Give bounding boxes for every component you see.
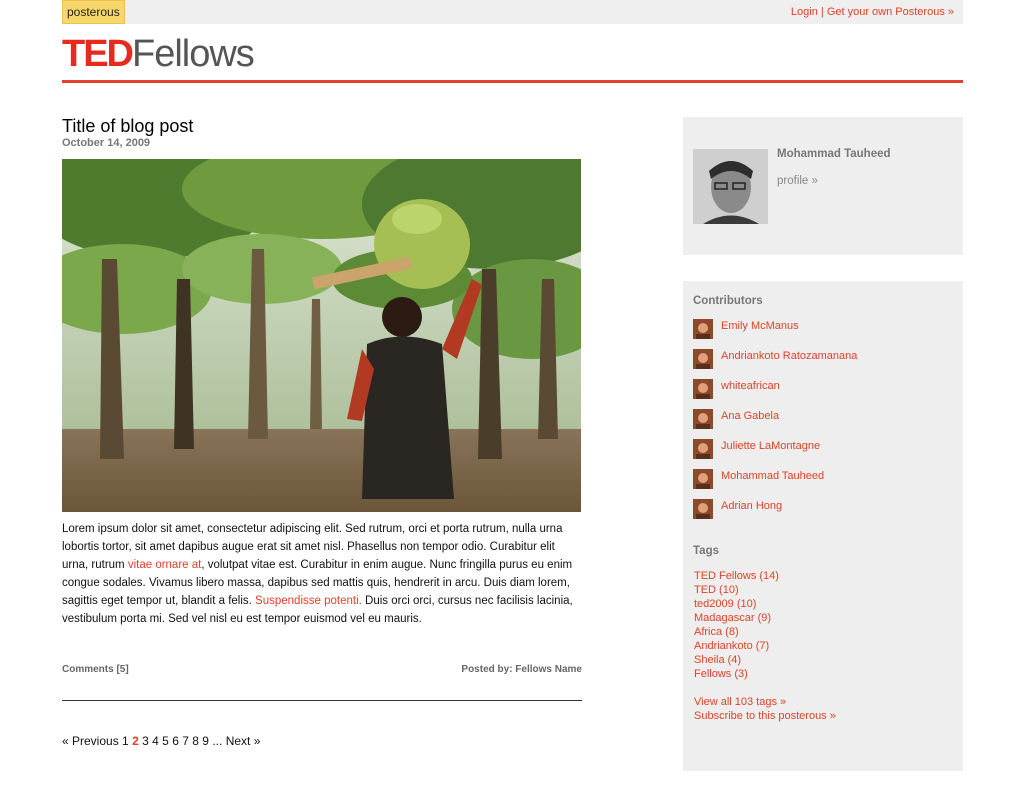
contributor-item[interactable]: whiteafrican — [693, 379, 953, 399]
post-photo — [62, 159, 581, 512]
top-links-separator: | — [820, 6, 824, 18]
tags-heading: Tags — [693, 545, 719, 557]
subscribe-link[interactable]: Subscribe to this posterous » — [694, 710, 836, 722]
contributor-item[interactable]: Andriankoto Ratozamanana — [693, 349, 953, 369]
next-page-link[interactable]: Next » — [226, 734, 261, 748]
previous-page-link[interactable]: « Previous — [62, 734, 119, 748]
page-link-1[interactable]: 1 — [122, 734, 129, 748]
post-title[interactable]: Title of blog post — [62, 116, 193, 137]
contributor-avatar[interactable] — [693, 499, 713, 519]
page-link-4[interactable]: 4 — [152, 734, 159, 748]
contributor-avatar[interactable] — [693, 439, 713, 459]
contributor-item[interactable]: Ana Gabela — [693, 409, 953, 429]
tag-link[interactable]: Africa (8) — [694, 626, 739, 638]
post-date: October 14, 2009 — [62, 137, 151, 149]
contributor-item[interactable]: Juliette LaMontagne — [693, 439, 953, 459]
top-bar: posterous Login | Get your own Posterous… — [62, 0, 963, 24]
contributor-name-link[interactable]: Andriankoto Ratozamanana — [721, 349, 857, 363]
tag-link[interactable]: TED Fellows (14) — [694, 570, 779, 582]
contributor-avatar[interactable] — [693, 469, 713, 489]
contributor-avatar[interactable] — [693, 319, 713, 339]
tag-link[interactable]: Fellows (3) — [694, 668, 748, 680]
contributor-item[interactable]: Adrian Hong — [693, 499, 953, 519]
posted-by: Posted by: Fellows Name — [461, 664, 582, 675]
tag-link[interactable]: TED (10) — [694, 584, 739, 596]
body-link-suspendisse[interactable]: Suspendisse potenti. — [255, 595, 362, 607]
get-posterous-link[interactable]: Get your own Posterous » — [827, 6, 954, 18]
post-body: Lorem ipsum dolor sit amet, consectetur … — [62, 520, 582, 628]
page-link-3[interactable]: 3 — [142, 734, 149, 748]
tags-list: TED Fellows (14) TED (10) ted2009 (10) Mada… — [694, 569, 779, 681]
author-name: Mohammad Tauheed — [777, 148, 891, 160]
contributors-heading: Contributors — [693, 295, 763, 307]
post-divider — [62, 700, 582, 701]
contributor-name-link[interactable]: Emily McManus — [721, 319, 799, 333]
post-meta: Comments [5] Posted by: Fellows Name — [62, 664, 582, 675]
tag-link[interactable]: Madagascar (9) — [694, 612, 771, 624]
pagination: « Previous 1 2 3 4 5 6 7 8 9 ... Next » — [62, 734, 260, 748]
tag-link[interactable]: ted2009 (10) — [694, 598, 756, 610]
logo-fellows: Fellows — [132, 33, 255, 75]
sidebar-more-links: View all 103 tags » Subscribe to this po… — [694, 695, 836, 723]
page-link-7[interactable]: 7 — [182, 734, 189, 748]
posterous-tag[interactable]: posterous — [62, 0, 125, 24]
sidebar-panel: Contributors Emily McManus Andriankoto Ra… — [683, 281, 963, 771]
tag-link[interactable]: Andriankoto (7) — [694, 640, 769, 652]
contributor-item[interactable]: Emily McManus — [693, 319, 953, 339]
contributor-name-link[interactable]: Ana Gabela — [721, 409, 779, 423]
page-link-8[interactable]: 8 — [192, 734, 199, 748]
view-all-tags-link[interactable]: View all 103 tags » — [694, 696, 786, 708]
author-profile-panel: Mohammad Tauheed profile » — [683, 117, 963, 255]
profile-link[interactable]: profile » — [777, 175, 818, 187]
author-avatar[interactable] — [693, 149, 768, 224]
page-link-9[interactable]: 9 — [202, 734, 209, 748]
tag-link[interactable]: Sheila (4) — [694, 654, 741, 666]
page-link-5[interactable]: 5 — [162, 734, 169, 748]
contributor-name-link[interactable]: Mohammad Tauheed — [721, 469, 824, 483]
contributor-avatar[interactable] — [693, 379, 713, 399]
header-rule — [62, 80, 963, 83]
body-link-vitae[interactable]: vitae ornare at — [128, 559, 202, 571]
comments-link[interactable]: Comments [5] — [62, 664, 129, 675]
contributor-avatar[interactable] — [693, 409, 713, 429]
contributor-name-link[interactable]: Adrian Hong — [721, 499, 782, 513]
contributor-name-link[interactable]: Juliette LaMontagne — [721, 439, 820, 453]
ted-fellows-logo[interactable]: TEDFellows — [62, 33, 255, 75]
contributor-item[interactable]: Mohammad Tauheed — [693, 469, 953, 489]
login-link[interactable]: Login — [791, 6, 818, 18]
contributor-avatar[interactable] — [693, 349, 713, 369]
contributor-name-link[interactable]: whiteafrican — [721, 379, 780, 393]
page-current-2: 2 — [132, 734, 139, 748]
top-links: Login | Get your own Posterous » — [791, 0, 954, 24]
page-link-6[interactable]: 6 — [172, 734, 179, 748]
pager-ellipsis: ... — [212, 734, 223, 748]
logo-ted: TED — [62, 33, 134, 75]
